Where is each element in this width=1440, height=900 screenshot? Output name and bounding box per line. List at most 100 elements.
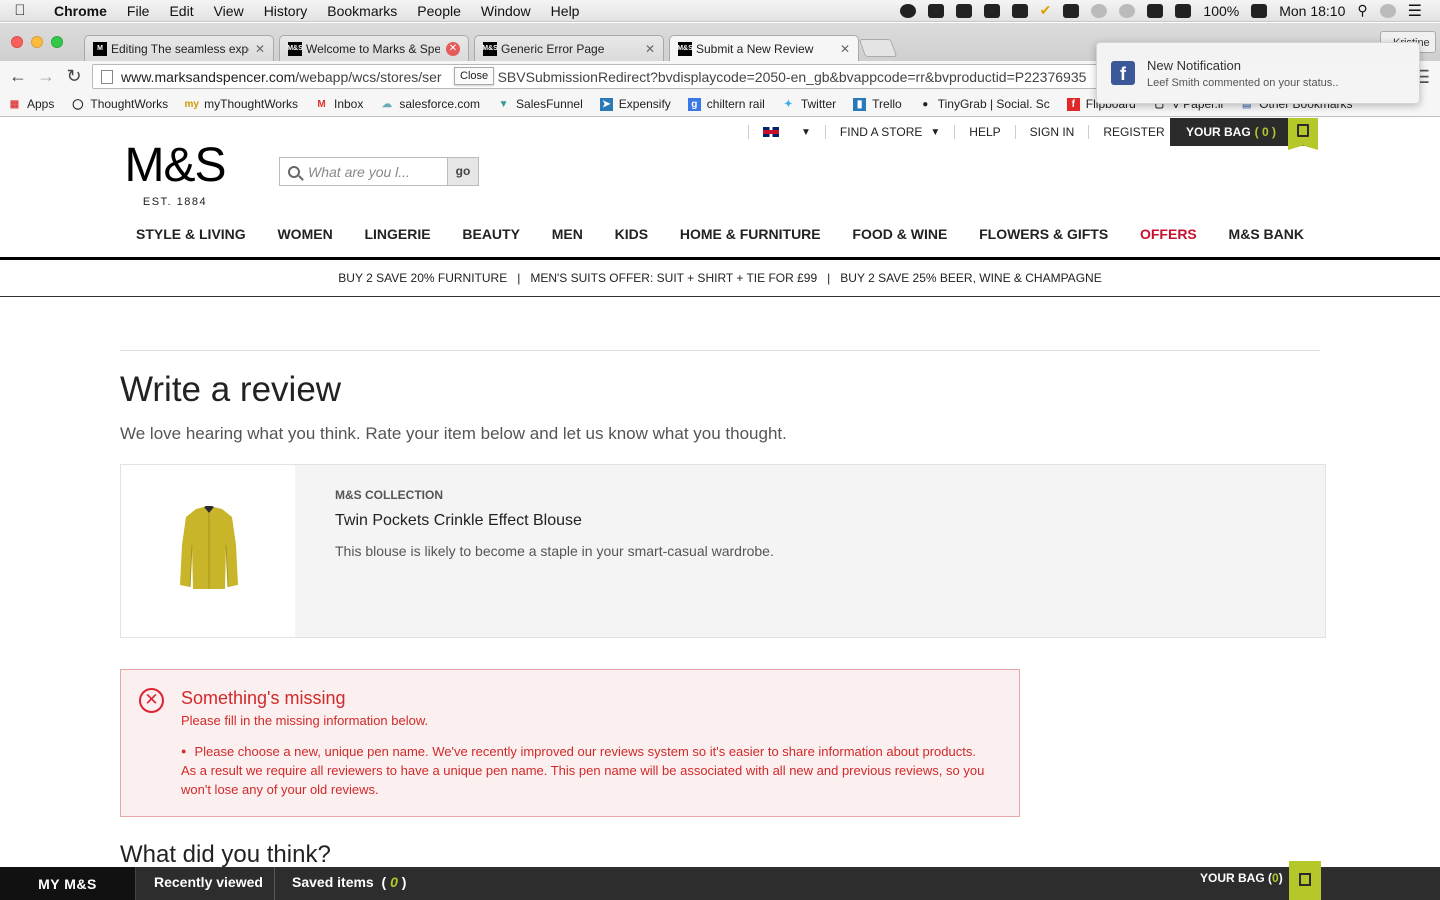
country-selector[interactable]: ▼ (748, 125, 825, 139)
checkmark-icon[interactable]: ✔ (1040, 2, 1052, 19)
back-arrow-icon[interactable]: ← (4, 66, 32, 87)
find-a-store-link[interactable]: FIND A STORE ▼ (824, 125, 954, 139)
saved-items-link[interactable]: Saved items ( 0 ) (292, 874, 406, 890)
nav-style-living[interactable]: STYLE & LIVING (136, 226, 246, 258)
tab-close-icon[interactable]: ✕ (446, 41, 460, 56)
zoom-window-button[interactable] (51, 36, 63, 48)
nav-offers[interactable]: OFFERS (1140, 226, 1197, 258)
your-bag-button[interactable]: YOUR BAG ( 0 ) (1170, 118, 1318, 150)
promo-beer-wine[interactable]: BUY 2 SAVE 25% BEER, WINE & CHAMPAGNE (840, 271, 1101, 285)
search-input[interactable]: What are you l... (279, 157, 448, 186)
bookmark-salesfunnel[interactable]: ▼ SalesFunnel (497, 97, 583, 111)
bookmark-trello[interactable]: ▮ Trello (853, 97, 902, 111)
nav-beauty[interactable]: BEAUTY (462, 226, 520, 258)
help-link[interactable]: HELP (954, 125, 1014, 139)
recently-viewed-link[interactable]: Recently viewed (154, 874, 263, 890)
nav-women[interactable]: WOMEN (277, 226, 332, 258)
nav-kids[interactable]: KIDS (615, 226, 648, 258)
nav-home-furniture[interactable]: HOME & FURNITURE (680, 226, 821, 258)
error-alert: ✕ Something's missing Please fill in the… (120, 669, 1020, 817)
cloud-icon[interactable] (1011, 3, 1028, 18)
promo-suits[interactable]: MEN'S SUITS OFFER: SUIT + SHIRT + TIE FO… (530, 271, 817, 285)
apple-menu-icon[interactable]:  (0, 2, 40, 19)
battery-icon[interactable] (1251, 3, 1268, 18)
status-tray: ✔ 100% Mon 18:10 ⚲ ☰ (899, 1, 1440, 21)
nav-flowers-gifts[interactable]: FLOWERS & GIFTS (979, 226, 1108, 258)
tab-title: Welcome to Marks & Spen (306, 41, 440, 56)
my-ms-link[interactable]: MY M&S (0, 867, 136, 900)
promo-bar: BUY 2 SAVE 20% FURNITURE | MEN'S SUITS O… (0, 260, 1440, 297)
page-intro: We love hearing what you think. Rate you… (120, 424, 787, 443)
tab-close-icon[interactable]: ✕ (840, 42, 850, 56)
bookmark-inbox[interactable]: M Inbox (315, 97, 363, 111)
close-window-button[interactable] (11, 36, 23, 48)
bookmark-mythoughtworks[interactable]: my myThoughtWorks (184, 97, 298, 111)
promo-furniture[interactable]: BUY 2 SAVE 20% FURNITURE (338, 271, 507, 285)
apps-grid-icon: ▦ (9, 98, 20, 110)
battery-percent[interactable]: 100% (1203, 3, 1239, 19)
bookmark-thoughtworks[interactable]: ◯ ThoughtWorks (71, 97, 168, 111)
bookmark-apps[interactable]: ▦ Apps (8, 97, 55, 111)
nav-food-wine[interactable]: FOOD & WINE (852, 226, 947, 258)
wifi-icon[interactable] (1147, 3, 1164, 18)
ms-logo[interactable]: M&S EST. 1884 (118, 140, 232, 209)
menu-edit[interactable]: Edit (159, 3, 203, 19)
nav-men[interactable]: MEN (552, 226, 583, 258)
drive-icon[interactable] (955, 3, 972, 18)
time-machine-icon[interactable] (1091, 3, 1108, 18)
spotlight-icon[interactable]: ⚲ (1357, 2, 1367, 19)
minimize-window-button[interactable] (31, 36, 43, 48)
bookmark-expensify[interactable]: ➤ Expensify (599, 97, 671, 111)
volume-icon[interactable] (1175, 3, 1192, 18)
menu-help[interactable]: Help (541, 3, 590, 19)
product-name: Twin Pockets Crinkle Effect Blouse (335, 512, 582, 529)
clock[interactable]: Mon 18:10 (1279, 3, 1345, 19)
forward-arrow-icon[interactable]: → (32, 66, 60, 87)
error-title: Something's missing (181, 688, 346, 708)
saved-items-count: 0 (390, 874, 398, 890)
reload-icon[interactable]: ↻ (60, 66, 88, 87)
bookmark-twitter[interactable]: ✦ Twitter (782, 97, 836, 111)
address-bar[interactable]: www.marksandspencer.com /webapp/wcs/stor… (92, 64, 1102, 89)
tab-close-icon[interactable]: ✕ (645, 42, 655, 56)
new-tab-button[interactable] (858, 39, 898, 57)
notification-center-icon[interactable]: ☰ (1408, 1, 1422, 21)
dropbox-icon[interactable] (927, 3, 944, 18)
tinygrab-icon: ● (922, 98, 929, 110)
evernote-icon[interactable] (983, 3, 1000, 18)
user-icon[interactable] (1379, 3, 1396, 18)
nav-lingerie[interactable]: LINGERIE (364, 226, 430, 258)
menu-view[interactable]: View (204, 3, 254, 19)
facebook-notification[interactable]: f New Notification Leef Smith commented … (1096, 42, 1420, 104)
bookmark-tinygrab[interactable]: ● TinyGrab | Social. Sc (919, 97, 1050, 111)
url-rest: SBVSubmissionRedirect?bvdisplaycode=2050… (497, 68, 1087, 85)
bluetooth-icon[interactable] (1119, 3, 1136, 18)
footer-bag-link[interactable]: YOUR BAG (0) (1200, 871, 1283, 885)
tab-title: Generic Error Page (501, 41, 605, 56)
menu-bookmarks[interactable]: Bookmarks (317, 3, 407, 19)
menu-window[interactable]: Window (471, 3, 541, 19)
register-link[interactable]: REGISTER (1088, 125, 1178, 139)
nav-ms-bank[interactable]: M&S BANK (1229, 226, 1304, 258)
menu-history[interactable]: History (254, 3, 318, 19)
tab-generic-error[interactable]: M&S Generic Error Page ✕ (474, 35, 664, 61)
gmail-icon: M (317, 98, 326, 110)
ms-favicon-icon: M (93, 41, 107, 56)
bookmark-chiltern-rail[interactable]: g chiltern rail (687, 97, 765, 111)
search-go-button[interactable]: go (448, 157, 479, 186)
tab-submit-review[interactable]: M&S Submit a New Review ✕ (669, 35, 859, 61)
hangouts-icon[interactable] (899, 3, 916, 18)
tab-editing[interactable]: M Editing The seamless expe ✕ (84, 35, 274, 61)
tab-welcome[interactable]: M&S Welcome to Marks & Spen ✕ (279, 35, 469, 61)
sign-in-link[interactable]: SIGN IN (1014, 125, 1089, 139)
app-menu[interactable]: Chrome (40, 3, 117, 19)
tab-close-icon[interactable]: ✕ (255, 42, 265, 56)
url-host: www.marksandspencer.com (121, 68, 296, 85)
bookmark-salesforce[interactable]: ☁ salesforce.com (380, 97, 480, 111)
menu-people[interactable]: People (407, 3, 471, 19)
logo-est: EST. 1884 (142, 196, 208, 208)
bag-label: YOUR BAG (1186, 125, 1251, 139)
shopping-bag-icon[interactable] (1289, 861, 1321, 900)
menu-file[interactable]: File (117, 3, 160, 19)
airplay-icon[interactable] (1063, 3, 1080, 18)
